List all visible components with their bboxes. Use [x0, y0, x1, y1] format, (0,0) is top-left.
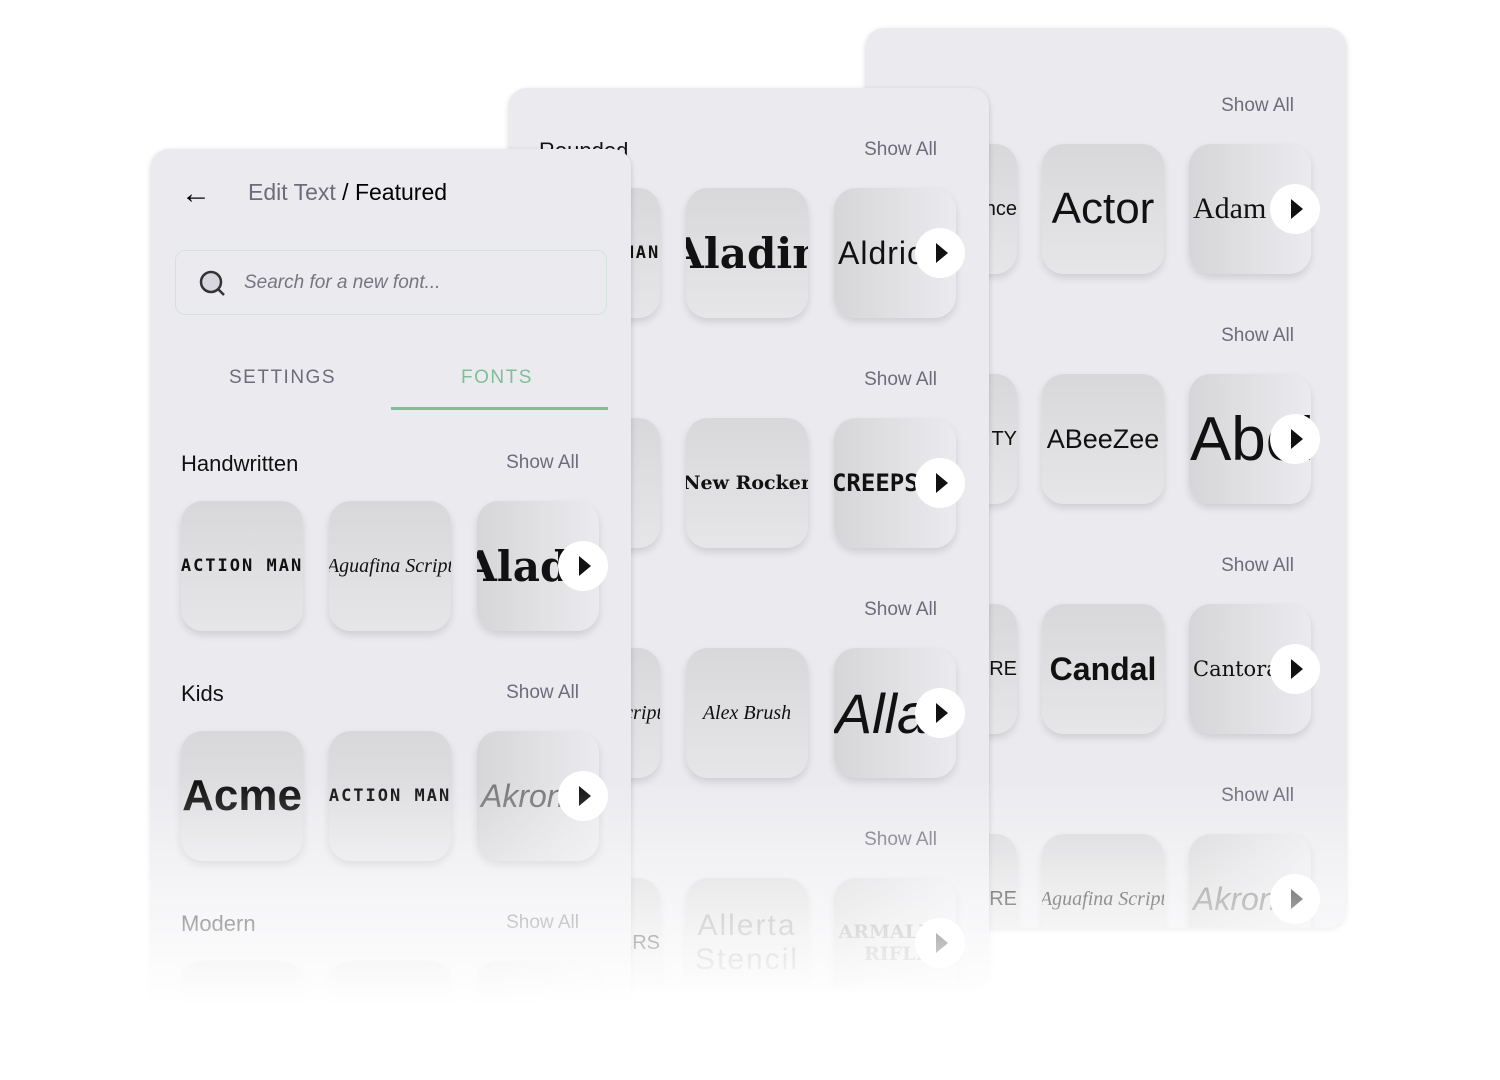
- font-tile[interactable]: Candal: [1042, 604, 1164, 734]
- font-tile[interactable]: [329, 961, 451, 1049]
- font-tile[interactable]: Actor: [1042, 144, 1164, 274]
- font-sample: Adam: [1193, 192, 1267, 225]
- font-tile[interactable]: ACTION MAN: [181, 501, 303, 631]
- tab-fonts[interactable]: FONTS: [461, 367, 533, 389]
- scroll-right-arrow-icon[interactable]: [915, 688, 965, 738]
- search-input[interactable]: Search for a new font...: [175, 250, 607, 315]
- scroll-right-arrow-icon[interactable]: [558, 771, 608, 821]
- font-sample: Candal: [1049, 650, 1157, 687]
- font-sample: ACTION MAN: [329, 786, 451, 806]
- show-all-link[interactable]: Show All: [506, 682, 579, 704]
- font-tile[interactable]: ABeeZee: [1042, 374, 1164, 504]
- scroll-right-arrow-icon[interactable]: [915, 458, 965, 508]
- scroll-right-arrow-icon[interactable]: [1270, 184, 1320, 234]
- font-tile[interactable]: Aguafina Script: [1042, 834, 1164, 928]
- show-all-link[interactable]: Show All: [506, 452, 579, 474]
- font-tile[interactable]: Aladin: [686, 188, 808, 318]
- show-all-link[interactable]: Show All: [506, 912, 579, 934]
- font-sample: Acme: [182, 771, 302, 820]
- scroll-right-arrow-icon[interactable]: [915, 228, 965, 278]
- show-all-link[interactable]: Show All: [1221, 95, 1294, 117]
- tab-settings[interactable]: SETTINGS: [229, 367, 336, 389]
- breadcrumb: Edit Text / Featured: [248, 179, 447, 206]
- show-all-link[interactable]: Show All: [864, 829, 937, 851]
- font-sample: Allerta Stencil: [694, 909, 800, 976]
- font-tile[interactable]: Acme: [181, 731, 303, 861]
- font-sample: RE: [989, 887, 1017, 910]
- font-sample: Alex Brush: [702, 701, 792, 724]
- font-tile[interactable]: [477, 961, 599, 1049]
- show-all-link[interactable]: Show All: [864, 139, 937, 161]
- font-tile[interactable]: [181, 961, 303, 1049]
- section-title: Kids: [181, 681, 224, 706]
- breadcrumb-current: Featured: [354, 179, 448, 205]
- back-arrow-icon[interactable]: ←: [181, 177, 211, 211]
- font-tile[interactable]: Aguafina Script: [329, 501, 451, 631]
- font-tile[interactable]: Alex Brush: [686, 648, 808, 778]
- font-sample: Cantora: [1193, 657, 1279, 681]
- show-all-link[interactable]: Show All: [1221, 785, 1294, 807]
- show-all-link[interactable]: Show All: [1221, 325, 1294, 347]
- font-sample: Aladin: [686, 228, 808, 278]
- scroll-right-arrow-icon[interactable]: [1270, 644, 1320, 694]
- section-title: Modern: [181, 911, 256, 936]
- font-sample: Aguafina Script: [1042, 887, 1164, 910]
- scroll-right-arrow-icon[interactable]: [915, 918, 965, 968]
- scroll-right-arrow-icon[interactable]: [1270, 874, 1320, 924]
- show-all-link[interactable]: Show All: [864, 599, 937, 621]
- font-tile[interactable]: New Rocker: [686, 418, 808, 548]
- font-tile[interactable]: ACTION MAN: [329, 731, 451, 861]
- show-all-link[interactable]: Show All: [864, 369, 937, 391]
- active-tab-indicator: [391, 407, 608, 410]
- show-all-link[interactable]: Show All: [1221, 555, 1294, 577]
- font-sample: New Rocker: [686, 472, 808, 494]
- font-sample: Actor: [1051, 184, 1155, 233]
- font-sample: ACTION MAN: [181, 556, 303, 576]
- breadcrumb-separator: /: [335, 179, 355, 205]
- font-panel-front: ← Edit Text / Featured Search for a new …: [151, 149, 631, 1049]
- scroll-right-arrow-icon[interactable]: [558, 541, 608, 591]
- font-sample: TY: [991, 427, 1017, 450]
- section-title: Handwritten: [181, 451, 299, 476]
- font-tile[interactable]: Allerta Stencil: [686, 878, 808, 988]
- font-sample: RE: [989, 657, 1017, 680]
- search-icon: [199, 270, 225, 296]
- search-placeholder: Search for a new font...: [244, 272, 441, 293]
- scroll-right-arrow-icon[interactable]: [1270, 414, 1320, 464]
- font-sample: ABeeZee: [1046, 423, 1160, 454]
- breadcrumb-parent[interactable]: Edit Text: [248, 179, 336, 205]
- font-sample: Aguafina Script: [329, 554, 451, 577]
